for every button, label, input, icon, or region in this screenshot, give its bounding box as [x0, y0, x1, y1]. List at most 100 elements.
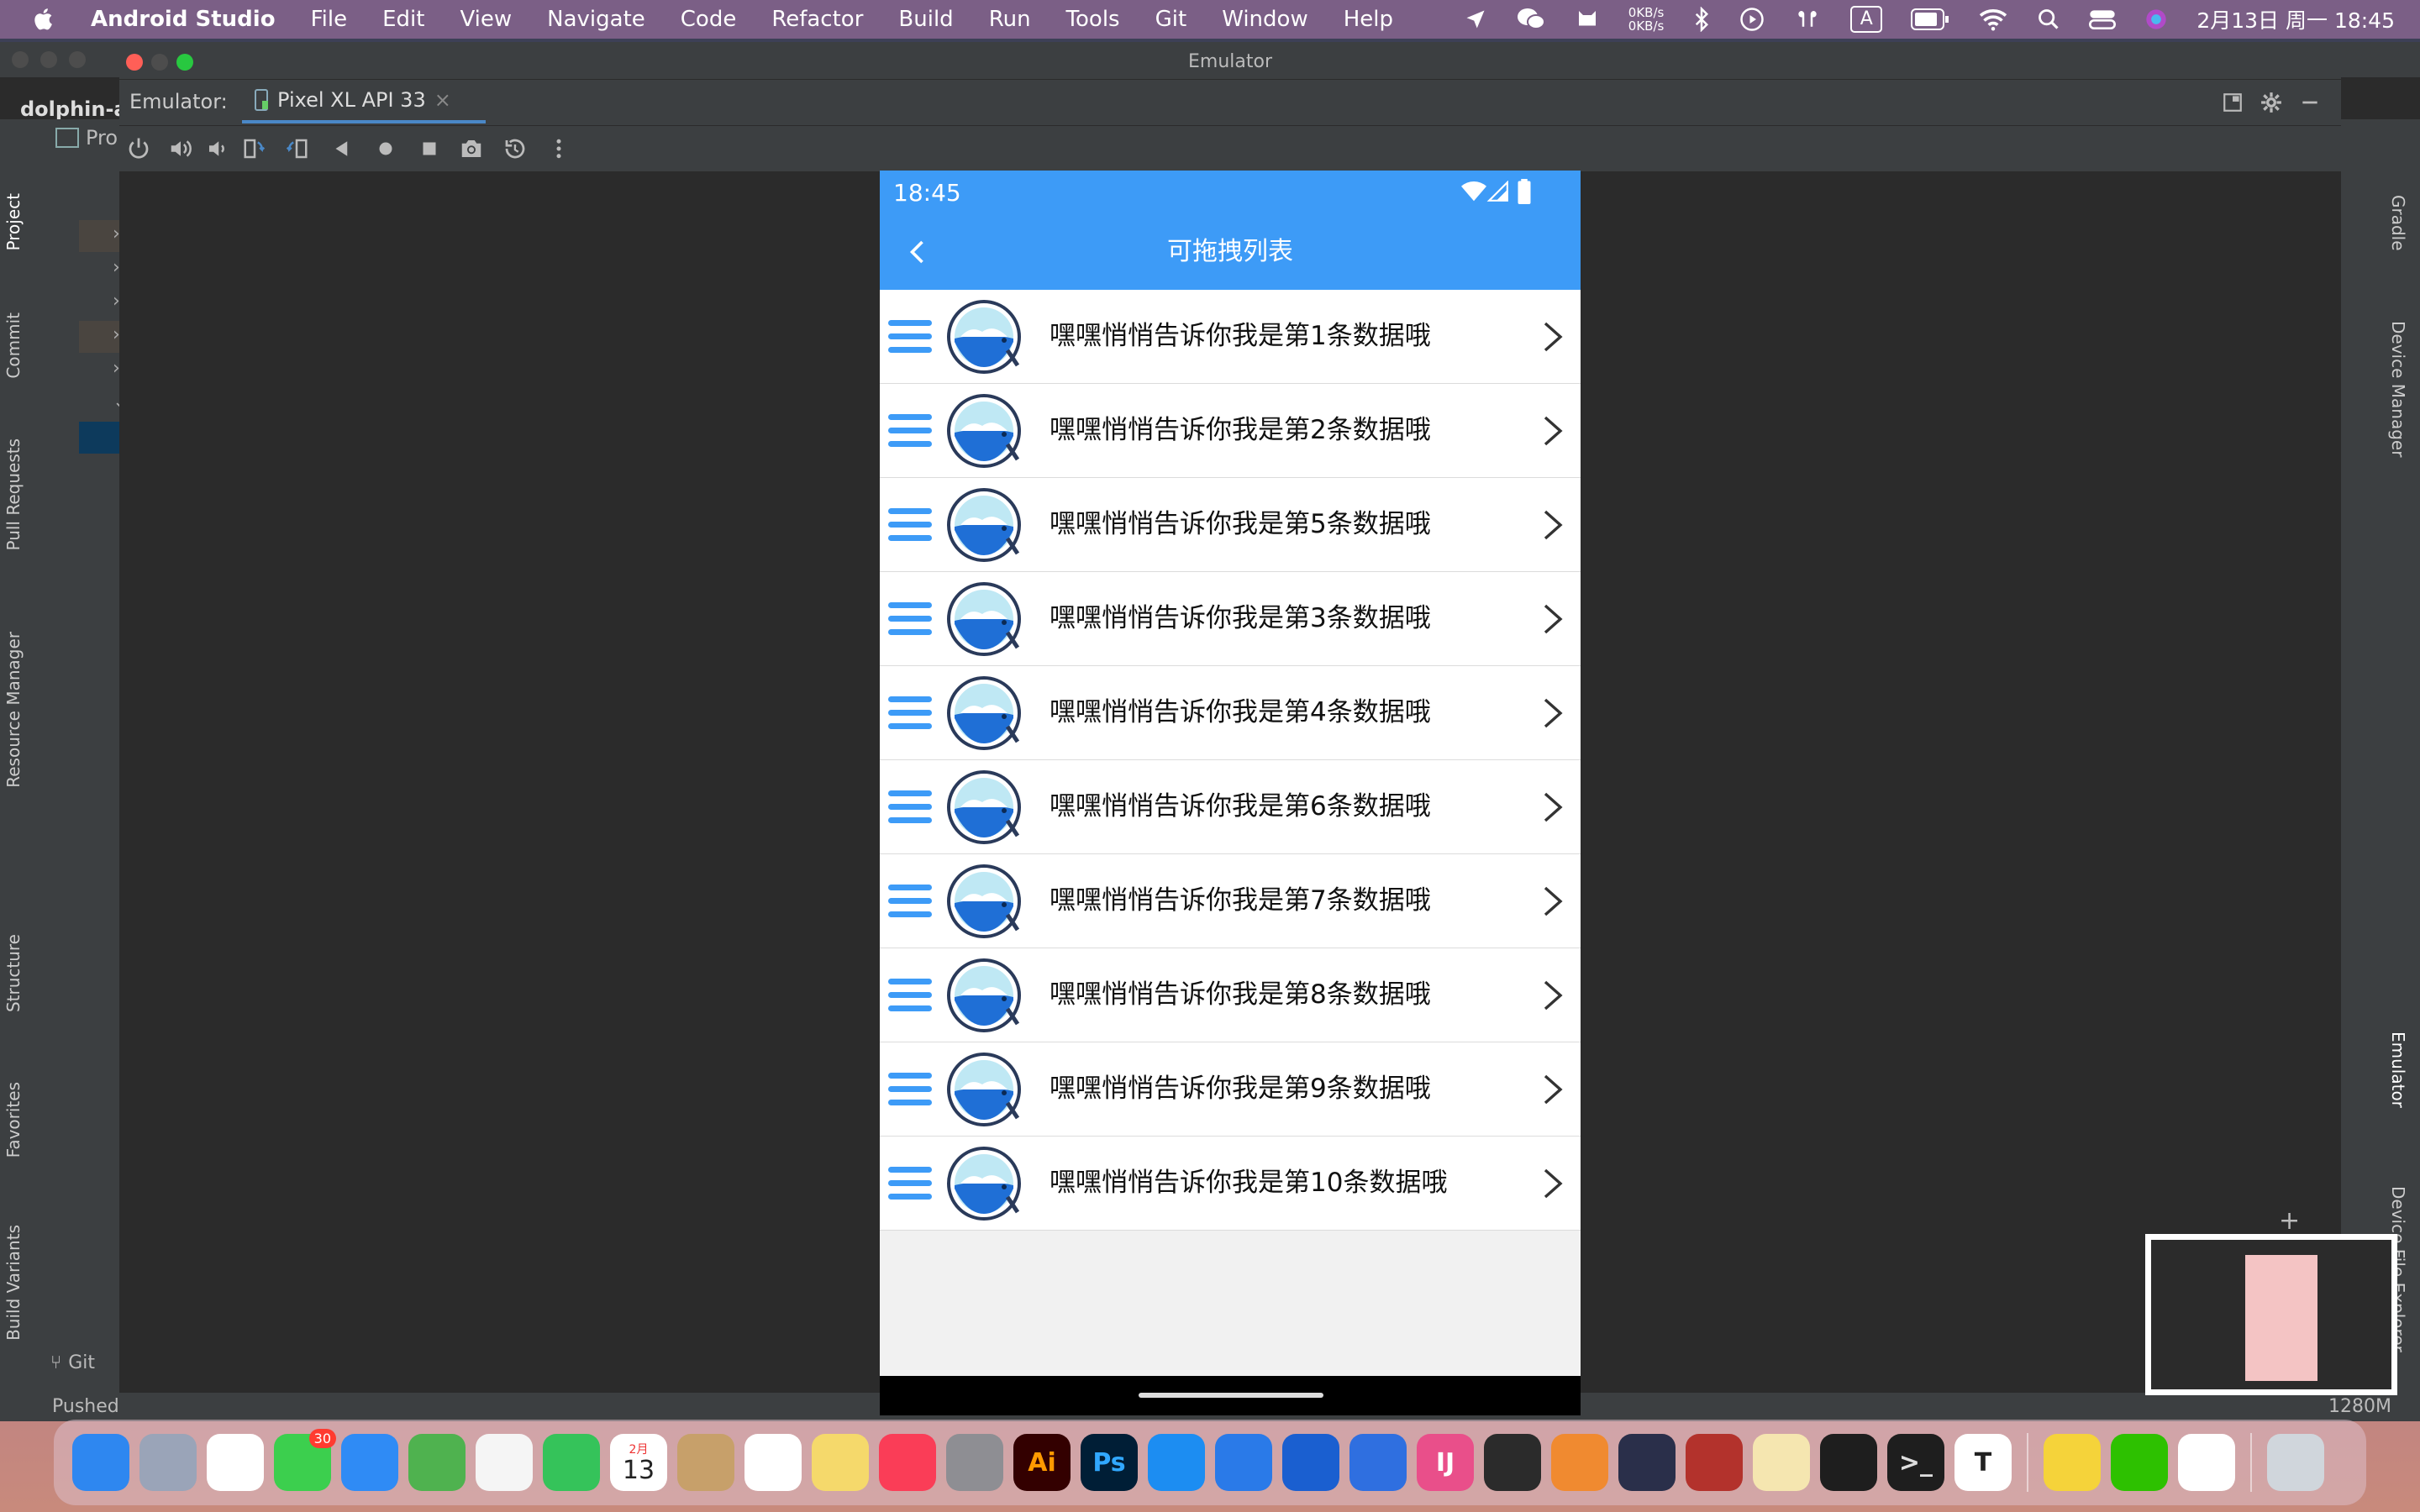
menu-run[interactable]: Run — [989, 7, 1031, 32]
emulator-zoom-light[interactable] — [176, 54, 193, 71]
drag-handle-icon[interactable] — [886, 1163, 934, 1204]
drag-handle-icon[interactable] — [886, 505, 934, 545]
hex-app-icon[interactable] — [1686, 1434, 1743, 1491]
rotate-left-icon[interactable] — [242, 136, 267, 161]
airpods-icon[interactable] — [1793, 7, 1822, 32]
tool-tab-project[interactable]: Project — [3, 193, 24, 250]
chevron-right-icon[interactable] — [1540, 508, 1565, 542]
photoshop-icon[interactable]: Ps — [1081, 1434, 1138, 1491]
tool-tab-gradle[interactable]: Gradle — [2388, 195, 2408, 251]
location-arrow-icon[interactable] — [1464, 8, 1487, 31]
chrome-icon[interactable] — [207, 1434, 264, 1491]
spotlight-search-icon[interactable] — [2037, 8, 2060, 31]
screenshot-camera-icon[interactable] — [459, 136, 484, 161]
drag-handle-icon[interactable] — [886, 693, 934, 733]
tool-tab-commit[interactable]: Commit — [3, 312, 24, 379]
photos-icon[interactable] — [476, 1434, 533, 1491]
cat-menubar-icon[interactable] — [1575, 7, 1600, 32]
device-tab-close-icon[interactable]: × — [434, 88, 451, 112]
system-preferences-icon[interactable] — [946, 1434, 1003, 1491]
finder-icon[interactable] — [72, 1434, 129, 1491]
project-panel-header[interactable]: Pro — [55, 126, 118, 150]
notes-icon[interactable] — [812, 1434, 869, 1491]
ide-zoom-light[interactable] — [69, 51, 86, 68]
calendar-icon[interactable]: 2月 13 — [610, 1434, 667, 1491]
device-tab[interactable]: Pixel XL API 33 × — [242, 80, 486, 123]
settings-gear-icon[interactable] — [2260, 92, 2282, 113]
layout-toggle-icon[interactable] — [2222, 92, 2244, 113]
snapshot-history-icon[interactable] — [502, 136, 528, 161]
siri-icon[interactable] — [2144, 8, 2168, 31]
wechat-menubar-icon[interactable] — [1516, 6, 1546, 33]
menu-tools[interactable]: Tools — [1066, 7, 1120, 32]
drag-handle-icon[interactable] — [886, 881, 934, 921]
wifi-icon[interactable] — [1978, 8, 2008, 31]
apple-icon[interactable] — [32, 7, 57, 32]
facetime-icon[interactable] — [543, 1434, 600, 1491]
project-name[interactable]: dolphin-a — [20, 97, 128, 121]
control-center-icon[interactable] — [2089, 8, 2117, 31]
rotate-right-icon[interactable] — [284, 136, 309, 161]
launchpad-icon[interactable] — [139, 1434, 197, 1491]
activity-monitor-icon[interactable] — [1820, 1434, 1877, 1491]
minimize-panel-icon[interactable] — [2299, 92, 2321, 113]
drag-handle-icon[interactable] — [886, 1069, 934, 1110]
list-item[interactable]: 嘿嘿悄悄告诉你我是第2条数据哦 — [880, 384, 1581, 478]
contacts-icon[interactable] — [677, 1434, 734, 1491]
menu-navigate[interactable]: Navigate — [547, 7, 645, 32]
music-icon[interactable] — [879, 1434, 936, 1491]
typora-icon[interactable]: T — [1954, 1434, 2012, 1491]
paw-icon[interactable] — [1753, 1434, 1810, 1491]
chevron-right-icon[interactable] — [1540, 885, 1565, 918]
git-tool-button[interactable]: ⑂ Git — [50, 1352, 95, 1373]
input-method-indicator[interactable]: A — [1850, 6, 1883, 33]
reminders-icon[interactable] — [744, 1434, 802, 1491]
menu-view[interactable]: View — [460, 7, 512, 32]
bluetooth-icon[interactable] — [1692, 7, 1711, 32]
back-triangle-icon[interactable] — [329, 136, 355, 161]
list-item[interactable]: 嘿嘿悄悄告诉你我是第9条数据哦 — [880, 1042, 1581, 1137]
menu-git[interactable]: Git — [1155, 7, 1187, 32]
list-item[interactable]: 嘿嘿悄悄告诉你我是第3条数据哦 — [880, 572, 1581, 666]
terminal-icon[interactable]: >_ — [1887, 1434, 1944, 1491]
menu-build[interactable]: Build — [898, 7, 953, 32]
instruments-icon[interactable] — [1349, 1434, 1407, 1491]
home-circle-icon[interactable] — [373, 136, 398, 161]
menu-file[interactable]: File — [311, 7, 348, 32]
drag-handle-icon[interactable] — [886, 317, 934, 357]
add-button[interactable]: + — [2279, 1206, 2300, 1236]
tool-tab-build-variants[interactable]: Build Variants — [3, 1225, 24, 1341]
play-circle-icon[interactable] — [1739, 7, 1765, 32]
chevron-right-icon[interactable] — [1540, 696, 1565, 730]
cloud-icon[interactable] — [1618, 1434, 1676, 1491]
drag-handle-icon[interactable] — [886, 975, 934, 1016]
drag-handle-icon[interactable] — [886, 411, 934, 451]
emulator-minimize-light[interactable] — [151, 54, 168, 71]
device-screen[interactable]: 18:45 可拖拽列表 嘿嘿悄悄告诉你我是第1条数据哦 嘿嘿悄悄告诉你我是第2条数… — [880, 171, 1581, 1415]
chevron-right-icon[interactable] — [1540, 790, 1565, 824]
list-item[interactable]: 嘿嘿悄悄告诉你我是第10条数据哦 — [880, 1137, 1581, 1231]
qq-icon[interactable] — [2178, 1434, 2235, 1491]
chevron-right-icon[interactable] — [1540, 1073, 1565, 1106]
tool-tab-favorites[interactable]: Favorites — [3, 1082, 24, 1158]
qq-music-icon[interactable] — [2044, 1434, 2101, 1491]
list-item[interactable]: 嘿嘿悄悄告诉你我是第4条数据哦 — [880, 666, 1581, 760]
emulator-preview-thumbnail[interactable] — [2145, 1234, 2397, 1395]
drag-handle-icon[interactable] — [886, 787, 934, 827]
chevron-right-icon[interactable] — [1540, 1167, 1565, 1200]
emulator-close-light[interactable] — [126, 54, 143, 71]
volume-up-icon[interactable] — [168, 136, 193, 161]
tool-tab-emulator[interactable]: Emulator — [2388, 1032, 2408, 1108]
menu-help[interactable]: Help — [1344, 7, 1393, 32]
android-studio-icon[interactable] — [1484, 1434, 1541, 1491]
chevron-right-icon[interactable] — [1540, 602, 1565, 636]
more-options-icon[interactable] — [546, 136, 571, 161]
list-item[interactable]: 嘿嘿悄悄告诉你我是第8条数据哦 — [880, 948, 1581, 1042]
messages-icon[interactable]: 30 — [274, 1429, 336, 1491]
overview-square-icon[interactable] — [417, 136, 442, 161]
pencil-icon[interactable] — [1551, 1434, 1608, 1491]
drag-handle-icon[interactable] — [886, 599, 934, 639]
list-item[interactable]: 嘿嘿悄悄告诉你我是第5条数据哦 — [880, 478, 1581, 572]
trash-icon[interactable] — [2267, 1434, 2324, 1491]
tool-tab-structure[interactable]: Structure — [3, 934, 24, 1012]
